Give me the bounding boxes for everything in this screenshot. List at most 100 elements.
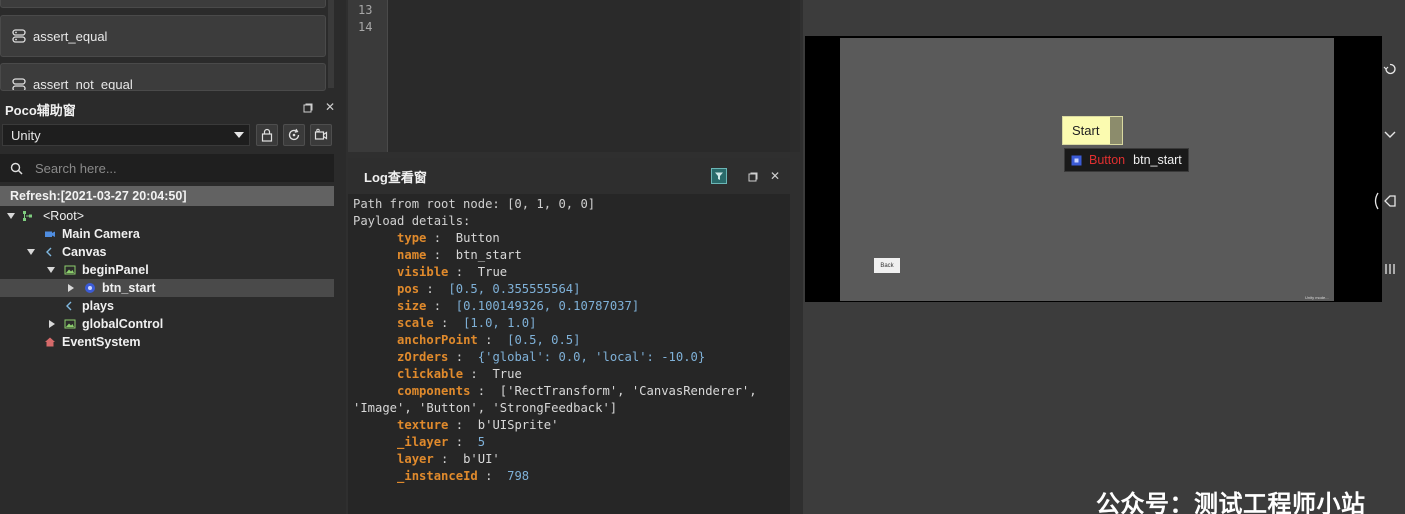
expand-arrow-icon[interactable]	[47, 267, 55, 273]
log-output: Path from root node: [0, 1, 0, 0] Payload…	[353, 196, 790, 485]
filter-icon	[715, 172, 723, 180]
canvas-icon	[66, 301, 72, 311]
screenshot-button[interactable]	[310, 124, 332, 146]
search-box	[0, 154, 334, 182]
tree-node-label: beginPanel	[82, 263, 149, 277]
assert-not-equal-button[interactable]: assert_not_equal	[0, 63, 326, 91]
lock-button[interactable]	[256, 124, 278, 146]
log-payload-title: Payload details:	[353, 214, 471, 228]
left-panel: assert_equal assert_not_equal Poco辅助窗 ✕ …	[0, 0, 346, 514]
log-field-instance-id: _instanceId : 798	[397, 469, 530, 483]
video-camera-icon	[314, 128, 328, 140]
tree-node-canvas[interactable]: Canvas	[0, 243, 334, 261]
tree-node-global-control[interactable]: globalControl	[0, 315, 334, 333]
search-icon	[10, 162, 23, 175]
log-field-ilayer: _ilayer : 5	[397, 435, 486, 449]
log-field-visible: visible : True	[397, 265, 508, 279]
image-icon	[64, 265, 76, 275]
start-button-label: Start	[1072, 123, 1100, 138]
rotate-icon[interactable]	[1382, 61, 1398, 77]
log-panel-title: Log查看窗	[364, 169, 427, 185]
filter-button[interactable]	[711, 168, 727, 184]
expand-arrow-icon[interactable]	[7, 213, 15, 219]
poco-panel-header: Poco辅助窗 ✕	[0, 98, 346, 120]
chevron-down-icon	[234, 132, 244, 138]
tree-node-label: Canvas	[62, 245, 107, 259]
expand-arrow-icon[interactable]	[49, 320, 55, 328]
expand-arrow-icon[interactable]	[68, 284, 74, 292]
tree-node-label: globalControl	[82, 317, 164, 331]
refresh-hierarchy-button[interactable]	[283, 124, 305, 146]
tree-node-label: Main Camera	[62, 227, 140, 241]
button-component-icon	[85, 283, 95, 293]
close-panel-icon[interactable]: ✕	[325, 100, 335, 114]
hierarchy-tree: <Root> Main Camera Canvas beginPanel btn…	[0, 207, 334, 351]
menu-bars-icon[interactable]	[1382, 261, 1398, 277]
assert-not-equal-label: assert_not_equal	[33, 77, 133, 91]
log-panel: Log查看窗 ✕ Path from root node: [0, 1, 0, …	[348, 158, 790, 514]
chevron-down-icon[interactable]	[1382, 127, 1398, 143]
poco-panel-title: Poco辅助窗	[5, 102, 76, 118]
log-field-pos: pos : [0.5, 0.355555564]	[397, 282, 581, 296]
camera-icon	[45, 231, 55, 237]
game-start-button[interactable]: Start	[1062, 116, 1123, 145]
log-field-type: type : Button	[397, 231, 500, 245]
log-field-clickable: clickable : True	[397, 367, 522, 381]
back-arrow-icon[interactable]	[1382, 193, 1398, 209]
game-back-button[interactable]: Back	[874, 258, 900, 273]
database-icon	[12, 29, 26, 43]
log-field-name: name : btn_start	[397, 248, 522, 262]
tooltip-node-type: Button	[1089, 153, 1126, 167]
log-field-z-orders: zOrders : {'global': 0.0, 'local': -10.0…	[397, 350, 706, 364]
assert-equal-button[interactable]: assert_equal	[0, 15, 326, 57]
search-input[interactable]	[35, 160, 315, 176]
watermark: 公众号：测试工程师小站	[1096, 491, 1366, 514]
float-panel-icon[interactable]	[748, 171, 758, 185]
assert-equal-label: assert_equal	[33, 28, 108, 44]
node-hover-tooltip: Button btn_start	[1064, 148, 1189, 172]
log-field-components: components : ['RectTransform', 'CanvasRe…	[397, 384, 757, 398]
log-field-components-cont: 'Image', 'Button', 'StrongFeedback']	[353, 401, 618, 415]
float-panel-icon[interactable]	[303, 102, 313, 116]
home-icon	[45, 337, 55, 347]
engine-select[interactable]: Unity	[2, 124, 250, 146]
refresh-status: Refresh:[2021-03-27 20:04:50]	[0, 186, 334, 206]
log-field-size: size : [0.100149326, 0.10787037]	[397, 299, 640, 313]
lock-icon	[261, 128, 273, 142]
log-field-anchor-point: anchorPoint : [0.5, 0.5]	[397, 333, 581, 347]
tree-node-btn-start[interactable]: btn_start	[0, 279, 334, 297]
tree-node-begin-panel[interactable]: beginPanel	[0, 261, 334, 279]
log-field-texture: texture : b'UISprite'	[397, 418, 559, 432]
tree-node-label: plays	[82, 299, 114, 313]
canvas-icon	[46, 247, 52, 257]
log-field-layer: layer : b'UI'	[397, 452, 500, 466]
editor-scrollbar[interactable]	[790, 0, 800, 152]
tooltip-node-name: btn_start	[1133, 153, 1182, 167]
line-number: 14	[358, 20, 373, 34]
tree-node-label: <Root>	[43, 209, 85, 223]
refresh-icon	[288, 128, 300, 141]
code-editor[interactable]: 13 14	[348, 0, 790, 152]
tree-node-root[interactable]: <Root>	[0, 207, 334, 225]
assert-list-scrollbar[interactable]	[328, 0, 334, 88]
tree-node-main-camera[interactable]: Main Camera	[0, 225, 334, 243]
line-number: 13	[358, 3, 373, 17]
tree-node-label: EventSystem	[62, 335, 141, 349]
log-path-line: Path from root node: [0, 1, 0, 0]	[353, 197, 596, 211]
game-corner-text: Unity mode...	[1305, 295, 1329, 300]
tree-node-label: btn_start	[102, 281, 156, 295]
assert-item-partial[interactable]	[0, 0, 326, 8]
button-component-icon	[1071, 155, 1082, 165]
selection-shade	[1110, 117, 1122, 144]
hierarchy-icon	[23, 211, 32, 221]
engine-select-value: Unity	[11, 127, 41, 143]
log-panel-header: Log查看窗 ✕	[348, 158, 790, 194]
log-field-scale: scale : [1.0, 1.0]	[397, 316, 537, 330]
tree-node-event-system[interactable]: EventSystem	[0, 333, 334, 351]
tree-node-plays[interactable]: plays	[0, 297, 334, 315]
line-number-gutter: 13 14	[348, 0, 388, 152]
close-panel-icon[interactable]: ✕	[770, 169, 780, 183]
expand-arrow-icon[interactable]	[27, 249, 35, 255]
paren-icon	[1372, 192, 1380, 210]
image-icon	[64, 319, 76, 329]
